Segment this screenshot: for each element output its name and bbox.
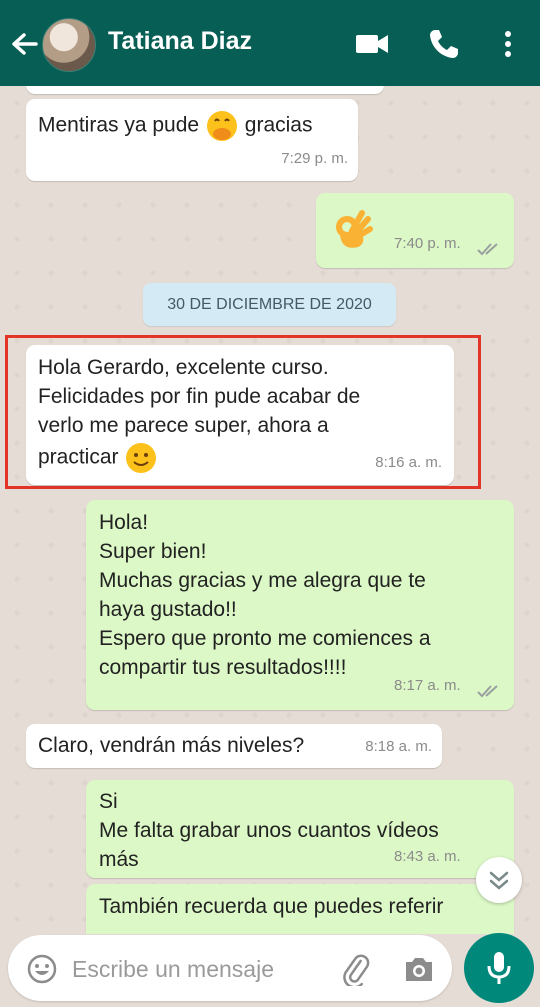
message-time: 8:17 a. m. bbox=[394, 677, 461, 694]
message-text: Mentiras ya pude bbox=[38, 113, 200, 137]
mic-button[interactable] bbox=[464, 933, 534, 1003]
hand-over-mouth-emoji bbox=[206, 111, 237, 141]
video-call-icon[interactable] bbox=[354, 26, 390, 62]
message-incoming[interactable]: Claro, vendrán más niveles? 8:18 a. m. bbox=[26, 724, 442, 768]
camera-icon[interactable] bbox=[402, 953, 436, 985]
phone-icon[interactable] bbox=[426, 26, 462, 62]
message-incoming[interactable]: Mentiras ya pude gracias 7:29 p. m. bbox=[26, 99, 358, 181]
message-outgoing[interactable]: También recuerda que puedes referir bbox=[86, 884, 514, 934]
double-check-icon bbox=[477, 243, 498, 256]
message-text: Si Me falta grabar unos cuantos vídeos m… bbox=[99, 790, 439, 871]
message-time: 7:29 p. m. bbox=[281, 150, 348, 167]
message-incoming[interactable]: Hola Gerardo, excelente curso. Felicidad… bbox=[26, 345, 454, 485]
message-input[interactable]: Escribe un mensaje bbox=[72, 956, 274, 983]
message-outgoing[interactable]: Si Me falta grabar unos cuantos vídeos m… bbox=[86, 780, 514, 878]
message-time: 8:43 a. m. bbox=[394, 848, 461, 865]
message-outgoing[interactable]: 7:40 p. m. bbox=[316, 193, 514, 268]
ok-hand-emoji bbox=[336, 210, 373, 248]
message-time: 7:40 p. m. bbox=[394, 235, 461, 252]
message-text: También recuerda que puedes referir bbox=[99, 895, 444, 918]
date-divider: 30 DE DICIEMBRE DE 2020 bbox=[143, 283, 396, 326]
message-time: 8:16 a. m. bbox=[375, 454, 442, 471]
message-text: gracias bbox=[244, 113, 313, 137]
back-arrow-icon[interactable] bbox=[8, 24, 40, 64]
message-outgoing[interactable]: Hola! Super bien! Muchas gracias y me al… bbox=[86, 500, 514, 710]
avatar[interactable] bbox=[42, 18, 96, 72]
attach-icon[interactable] bbox=[338, 952, 372, 986]
message-text: practicar bbox=[38, 445, 119, 469]
message-time: 8:18 a. m. bbox=[365, 738, 432, 755]
message-text: Claro, vendrán más niveles? bbox=[38, 734, 305, 757]
mic-icon bbox=[487, 952, 511, 984]
scroll-down-button[interactable] bbox=[476, 857, 522, 903]
slightly-smiling-emoji bbox=[126, 443, 157, 473]
message-composer[interactable]: Escribe un mensaje bbox=[8, 935, 452, 1001]
contact-name[interactable]: Tatiana Diaz bbox=[108, 27, 252, 56]
double-check-icon bbox=[477, 685, 498, 698]
emoji-icon[interactable] bbox=[26, 953, 58, 985]
message-text: Hola! Super bien! Muchas gracias y me al… bbox=[99, 511, 431, 679]
double-chevron-down-icon bbox=[489, 871, 509, 890]
chat-area[interactable]: Mentiras ya pude gracias 7:29 p. m. 7:40… bbox=[0, 86, 540, 934]
message-text: Hola Gerardo, excelente curso. Felicidad… bbox=[38, 356, 361, 437]
message-bubble-partial bbox=[26, 86, 384, 94]
chat-header: Tatiana Diaz bbox=[0, 0, 540, 86]
more-vert-icon[interactable] bbox=[490, 26, 526, 62]
